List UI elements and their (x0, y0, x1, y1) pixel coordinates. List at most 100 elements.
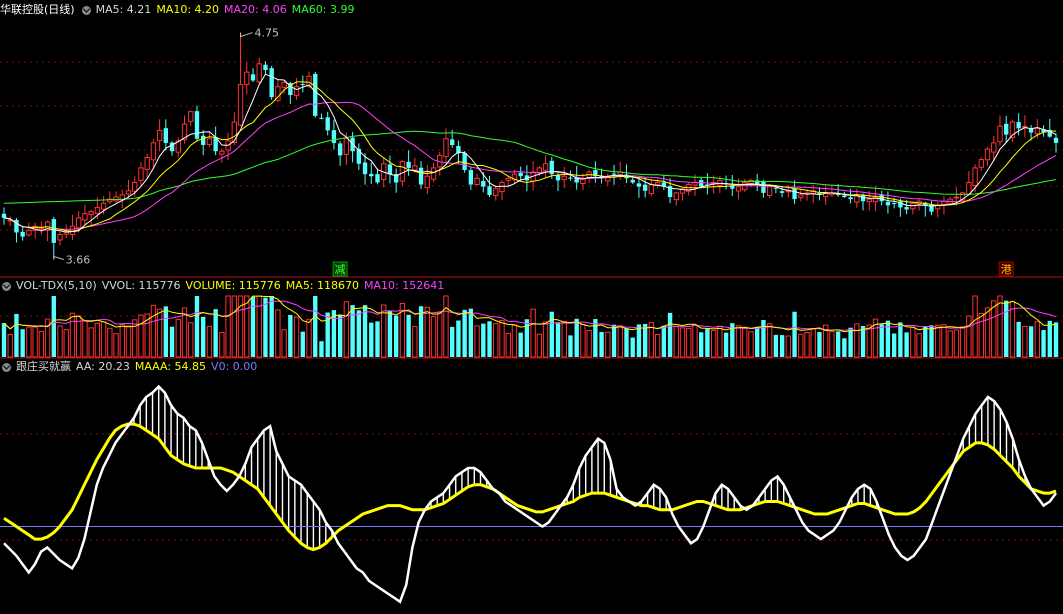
volume-bar (499, 319, 505, 358)
ma20-value: MA20: 4.06 (224, 3, 287, 16)
candle-body (375, 174, 380, 183)
volume-bar (742, 328, 748, 358)
volume-bar (188, 322, 194, 358)
volume-bar (474, 325, 480, 358)
volume-bar (387, 310, 393, 357)
candle-body (424, 175, 430, 189)
volume-bar (593, 319, 598, 357)
volume-bar (848, 327, 853, 357)
volume-bar (959, 326, 966, 358)
candle-body (269, 68, 274, 98)
volume-toggle-icon[interactable] (2, 281, 11, 291)
volume-bar (275, 309, 281, 358)
volume-bar (20, 329, 25, 357)
candle-body (842, 195, 847, 198)
volume-bar (219, 331, 225, 358)
candle-body (362, 162, 368, 175)
volume-bar (201, 316, 206, 357)
settings-toggle-icon[interactable] (81, 5, 91, 15)
volume-bar (947, 330, 953, 358)
volume-bar (1004, 300, 1009, 357)
ma5-line (3, 73, 1057, 233)
volume-bar (313, 296, 318, 357)
volume-bar (194, 296, 200, 357)
volume-bar (891, 333, 897, 357)
volume-bar (630, 337, 635, 357)
volume-bar (568, 335, 573, 357)
volume-bar (493, 323, 499, 358)
ma5-value: MA5: 4.21 (95, 3, 152, 16)
candle-body (156, 129, 163, 142)
volume-bar (119, 324, 125, 358)
volume-bar (343, 301, 350, 358)
candle-body (132, 181, 138, 192)
volume-bar (773, 334, 779, 357)
volume-bar (88, 327, 94, 358)
candle-body (237, 84, 244, 126)
volume-bar (293, 316, 300, 358)
volume-bar (636, 324, 642, 357)
candle-body (250, 74, 256, 81)
candle-body (872, 196, 879, 203)
volume-bar (1041, 330, 1046, 357)
candle-body (125, 190, 132, 195)
volume-bar (156, 308, 163, 358)
volume-bar (412, 325, 418, 358)
candle-body (244, 71, 250, 85)
candle-body (1, 213, 7, 218)
volume-bar (1047, 320, 1052, 357)
volume-bar (829, 331, 835, 358)
volume-bar (244, 295, 250, 358)
candle-body (972, 167, 978, 186)
volume-bar (1028, 326, 1034, 357)
volume-bar (978, 312, 984, 358)
aa-line (3, 384, 1058, 604)
candle-body (518, 172, 523, 177)
candle-body (555, 175, 561, 181)
volume-bar (605, 331, 611, 358)
marker-jian: 减 (335, 263, 346, 276)
volume-bar (76, 315, 82, 358)
candle-body (82, 213, 88, 221)
volume-bar (518, 332, 523, 357)
stock-chart[interactable]: 4.75 3.66 减 港 华联控股(日线) MA5: 4.21 MA10: 4.20… (0, 0, 1063, 610)
volume-bar (642, 323, 648, 357)
volume-bar (356, 310, 361, 357)
volume-bar (866, 324, 872, 358)
candle-body (138, 167, 144, 181)
candle-body (1034, 127, 1041, 135)
volume-bar (288, 314, 293, 357)
candle-body (735, 186, 742, 192)
volume-panel-header: VOL-TDX(5,10) VVOL: 115776 VOLUME: 11577… (0, 278, 449, 294)
volume-bar (953, 329, 960, 358)
volume-bar (804, 331, 810, 358)
candle-body (493, 188, 499, 197)
volume-bar (536, 333, 543, 358)
volume-bar (574, 318, 579, 357)
volume-bar (549, 311, 554, 357)
volume-bar (82, 319, 88, 358)
indicator-toggle-icon[interactable] (2, 362, 11, 372)
aa-value: AA: 20.23 (76, 360, 130, 373)
volume-bar (231, 295, 237, 358)
volume-bar (51, 296, 56, 357)
volume-bar (206, 325, 213, 358)
candle-body (536, 167, 543, 174)
candle-body (648, 184, 655, 195)
volume-bar (63, 329, 69, 358)
maaa-value: MAAA: 54.85 (134, 360, 207, 373)
candle-body (319, 117, 324, 119)
vol-ma5-value: MA5: 118670 (285, 279, 360, 292)
candle-body (231, 121, 237, 144)
candle-body (891, 203, 897, 205)
candle-body (201, 135, 206, 145)
volume-bar (100, 321, 107, 358)
volume-bar (835, 331, 841, 357)
indicator-title: 跟庄买就赢 (16, 360, 71, 373)
volume-bar (705, 328, 710, 357)
volume-bar (481, 323, 486, 357)
chart-canvas[interactable]: 4.75 3.66 减 港 (0, 0, 1063, 610)
v0-value: V0: 0.00 (211, 360, 258, 373)
candle-body (38, 227, 45, 230)
candle-body (699, 180, 704, 187)
